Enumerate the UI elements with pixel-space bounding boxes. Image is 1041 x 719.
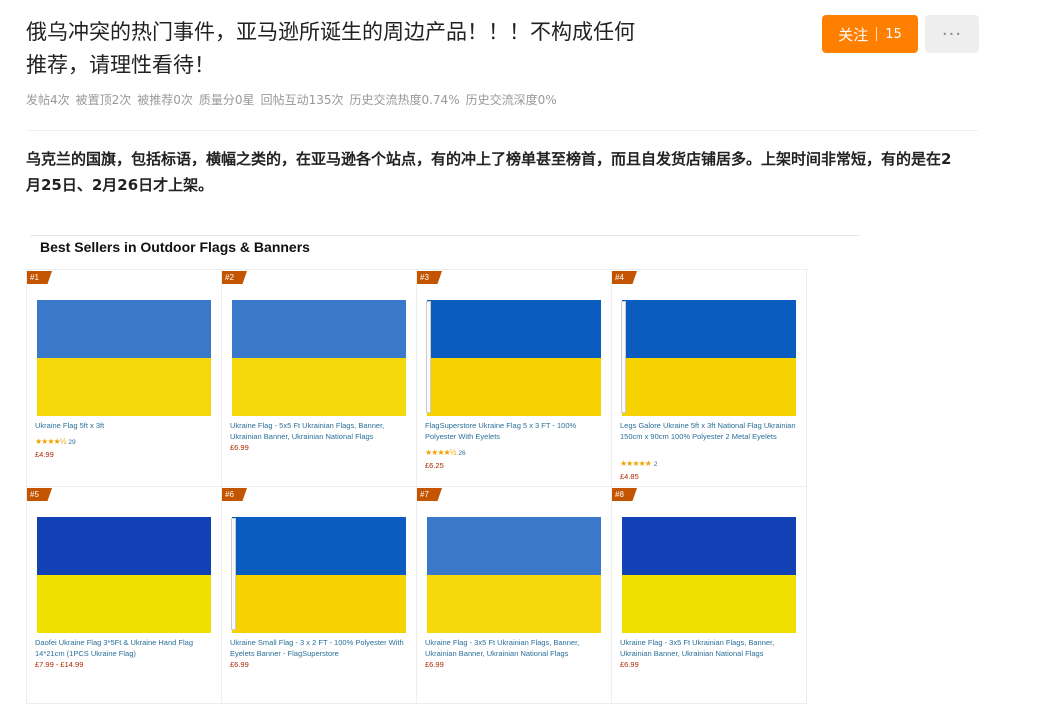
- star-rating-icon[interactable]: ★★★★½: [425, 448, 456, 457]
- follow-divider: [876, 27, 878, 41]
- rank-badge: #7: [417, 488, 442, 501]
- screenshot-top-line: [30, 235, 860, 236]
- rating-row: ★★★★½ 26: [425, 442, 605, 460]
- product-meta: ★★★★★ 2 £4.85: [620, 453, 800, 482]
- product-card[interactable]: #4 Legs Galore Ukraine 5ft x 3ft National…: [612, 270, 807, 487]
- follow-button[interactable]: 关注 15: [822, 15, 918, 53]
- follow-count: 15: [885, 26, 902, 42]
- product-title-link[interactable]: Ukraine Small Flag - 3 x 2 FT - 100% Pol…: [230, 637, 410, 659]
- header-divider: [26, 130, 978, 131]
- product-title-link[interactable]: Ukraine Flag - 3x5 Ft Ukrainian Flags, B…: [620, 637, 800, 659]
- product-title-link[interactable]: Ukraine Flag - 5x5 Ft Ukrainian Flags, B…: [230, 420, 410, 442]
- flag-blue-stripe: [427, 517, 601, 575]
- product-grid: #1 Ukraine Flag 5ft x 3ft ★★★★½ 29 £4.99 #2 Uk…: [26, 269, 808, 704]
- star-rating-icon[interactable]: ★★★★★: [620, 459, 652, 468]
- product-meta: £7.99 - £14.99: [35, 659, 215, 670]
- post-title: 俄乌冲突的热门事件，亚马逊所诞生的周边产品！！！不构成任何推荐，请理性看待！: [26, 20, 635, 77]
- ukraine-flag-image[interactable]: [427, 517, 601, 633]
- rank-badge: #4: [612, 271, 637, 284]
- bestsellers-heading: Best Sellers in Outdoor Flags & Banners: [40, 239, 310, 255]
- flag-blue-stripe: [37, 517, 211, 575]
- product-card[interactable]: #1 Ukraine Flag 5ft x 3ft ★★★★½ 29 £4.99: [27, 270, 222, 487]
- stat-depth: 历史交流深度0%: [465, 93, 557, 107]
- bestsellers-screenshot: Best Sellers in Outdoor Flags & Banners …: [26, 231, 866, 711]
- product-title-link[interactable]: Ukraine Flag - 3x5 Ft Ukrainian Flags, B…: [425, 637, 605, 659]
- rank-badge: #8: [612, 488, 637, 501]
- product-meta: £6.99: [230, 659, 410, 670]
- product-title-link[interactable]: FlagSuperstore Ukraine Flag 5 x 3 FT - 1…: [425, 420, 605, 442]
- product-price: £6.25: [425, 461, 444, 470]
- flag-yellow-stripe: [37, 575, 211, 633]
- more-options-button[interactable]: ···: [925, 15, 979, 53]
- ukraine-flag-image[interactable]: [622, 517, 796, 633]
- product-price: £6.99: [230, 660, 249, 669]
- flag-blue-stripe: [37, 300, 211, 358]
- rank-badge: #3: [417, 271, 442, 284]
- stat-heat: 历史交流热度0.74%: [349, 93, 460, 107]
- stat-posts: 发帖4次: [26, 93, 70, 107]
- product-price: £6.99: [425, 660, 444, 669]
- flag-blue-stripe: [622, 300, 796, 358]
- flag-yellow-stripe: [232, 358, 406, 416]
- product-card[interactable]: #5 Daofei Ukraine Flag 3*5Ft & Ukraine Ha…: [27, 487, 222, 704]
- review-count[interactable]: 2: [654, 461, 658, 468]
- ukraine-flag-image[interactable]: [37, 517, 211, 633]
- stat-recommended: 被推荐0次: [137, 93, 193, 107]
- rank-badge: #2: [222, 271, 247, 284]
- product-price: £4.85: [620, 472, 639, 481]
- product-card[interactable]: #2 Ukraine Flag - 5x5 Ft Ukrainian Flags,…: [222, 270, 417, 487]
- product-price: £6.99: [230, 443, 249, 452]
- product-price: £7.99 - £14.99: [35, 660, 84, 669]
- flag-blue-stripe: [232, 517, 406, 575]
- rating-row: ★★★★½ 29: [35, 431, 215, 449]
- product-card[interactable]: #6 Ukraine Small Flag - 3 x 2 FT - 100% P…: [222, 487, 417, 704]
- follow-label: 关注: [838, 25, 869, 44]
- ukraine-flag-image[interactable]: [622, 300, 796, 416]
- rank-badge: #5: [27, 488, 52, 501]
- ukraine-flag-image[interactable]: [37, 300, 211, 416]
- product-card[interactable]: #8 Ukraine Flag - 3x5 Ft Ukrainian Flags,…: [612, 487, 807, 704]
- product-price: £4.99: [35, 450, 54, 459]
- product-meta: ★★★★½ 26 £6.25: [425, 442, 605, 471]
- flag-blue-stripe: [622, 517, 796, 575]
- flag-yellow-stripe: [427, 575, 601, 633]
- product-title-link[interactable]: Legs Galore Ukraine 5ft x 3ft National F…: [620, 420, 800, 442]
- product-price: £6.99: [620, 660, 639, 669]
- flag-blue-stripe: [232, 300, 406, 358]
- rank-badge: #6: [222, 488, 247, 501]
- review-count[interactable]: 26: [458, 450, 465, 457]
- product-card[interactable]: #7 Ukraine Flag - 3x5 Ft Ukrainian Flags,…: [417, 487, 612, 704]
- flag-pole-sleeve: [231, 518, 236, 630]
- flag-yellow-stripe: [622, 575, 796, 633]
- flag-yellow-stripe: [232, 575, 406, 633]
- stat-pinned: 被置顶2次: [75, 93, 132, 107]
- flag-blue-stripe: [427, 300, 601, 358]
- stat-quality: 质量分0星: [198, 93, 255, 107]
- product-meta: £6.99: [230, 442, 410, 453]
- product-card[interactable]: #3 FlagSuperstore Ukraine Flag 5 x 3 FT -…: [417, 270, 612, 487]
- flag-yellow-stripe: [427, 358, 601, 416]
- rating-row: ★★★★★ 2: [620, 453, 800, 471]
- flag-pole-sleeve: [426, 301, 431, 413]
- author-stats: 发帖4次 被置顶2次 被推荐0次 质量分0星 回帖互动135次 历史交流热度0.…: [26, 91, 557, 108]
- product-meta: ★★★★½ 29 £4.99: [35, 431, 215, 460]
- rank-badge: #1: [27, 271, 52, 284]
- stat-replies: 回帖互动135次: [260, 93, 344, 107]
- flag-pole-sleeve: [621, 301, 626, 413]
- flag-yellow-stripe: [622, 358, 796, 416]
- product-title-link[interactable]: Daofei Ukraine Flag 3*5Ft & Ukraine Hand…: [35, 637, 215, 659]
- review-count[interactable]: 29: [68, 439, 75, 446]
- star-rating-icon[interactable]: ★★★★½: [35, 437, 66, 446]
- product-meta: £6.99: [620, 659, 800, 670]
- product-meta: £6.99: [425, 659, 605, 670]
- product-title-link[interactable]: Ukraine Flag 5ft x 3ft: [35, 420, 215, 431]
- flag-yellow-stripe: [37, 358, 211, 416]
- ukraine-flag-image[interactable]: [427, 300, 601, 416]
- more-dots-icon: ···: [941, 23, 963, 45]
- ukraine-flag-image[interactable]: [232, 300, 406, 416]
- post-body: 乌克兰的国旗，包括标语，横幅之类的，在亚马逊各个站点，有的冲上了榜单甚至榜首，而…: [26, 150, 952, 194]
- ukraine-flag-image[interactable]: [232, 517, 406, 633]
